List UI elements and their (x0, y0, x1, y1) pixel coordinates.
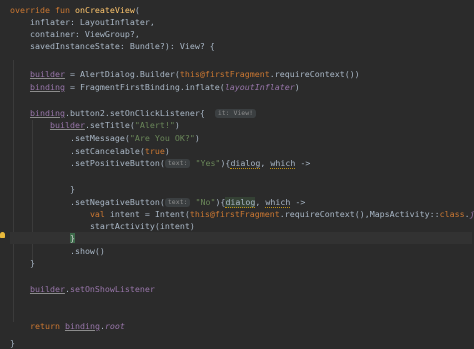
code-line-26: return binding.root (29, 321, 125, 331)
inlay-hint: text: (164, 198, 191, 207)
lightbulb-icon[interactable] (0, 232, 5, 238)
code-editor[interactable]: override fun onCreateView( inflater: Lay… (0, 0, 474, 349)
code-line-9: binding.button2.setOnClickListener{ it: … (10, 107, 472, 119)
inlay-hint: it: View! (214, 109, 257, 118)
code-line-12: .setCancelable(true) (69, 146, 170, 156)
code-line-23: builder.setOnShowListener (29, 284, 155, 294)
code-line-3: container: ViewGroup?, (10, 29, 140, 39)
inlay-hint: text: (164, 159, 191, 168)
code-line-6: builder = AlertDialog.Builder(this@first… (29, 69, 360, 79)
code-line-10: builder.setTitle("Alert!") (49, 120, 180, 130)
code-line-7: binding = FragmentFirstBinding.inflate(l… (29, 82, 300, 92)
code-line-13: .setPositiveButton(text: "Yes"){dialog, … (69, 158, 311, 169)
code-line-20: .show() (69, 246, 105, 256)
code-line-17: val intent = Intent(this@firstFragment.r… (89, 209, 474, 219)
code-line-1: override fun onCreateView( (10, 5, 140, 15)
code-line-19-current: } (10, 232, 472, 244)
code-line-15: } (69, 184, 75, 194)
code-line-11: .setMessage("Are You OK?") (69, 133, 200, 143)
code-line-16: .setNegativeButton(text: "No"){dialog, w… (69, 197, 306, 208)
code-line-21: } (29, 258, 35, 268)
code-line-27: } (10, 338, 15, 348)
code-line-2: inflater: LayoutInflater, (10, 17, 155, 27)
code-line-18: startActivity(intent) (89, 221, 195, 231)
code-line-4: savedInstanceState: Bundle?): View? { (10, 41, 215, 51)
